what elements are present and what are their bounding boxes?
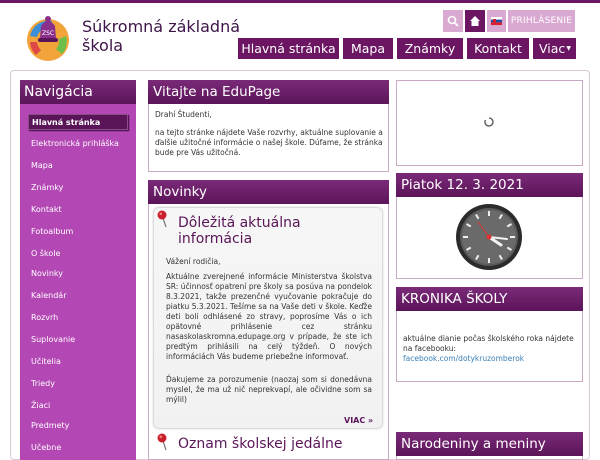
facebook-link[interactable]: facebook.com/dotykruzomberok <box>403 354 579 364</box>
welcome-greeting: Drahí Študenti, <box>155 110 212 119</box>
news-paragraph-2: Ďakujeme za porozumenie (naozaj som si d… <box>166 375 372 404</box>
top-accent-line <box>0 0 600 3</box>
sidebar-item-map[interactable]: Mapa <box>28 158 128 174</box>
sidebar-item-contact[interactable]: Kontakt <box>28 202 128 218</box>
news-more-link[interactable]: VIAC » <box>344 416 373 425</box>
nav-main-page[interactable]: Hlavná stránka <box>238 38 339 59</box>
nav-grades[interactable]: Známky <box>397 38 463 59</box>
search-button[interactable] <box>443 10 463 32</box>
birthdays-title: Narodeniny a meniny <box>396 432 583 456</box>
news-paragraph-1: Aktuálne zverejnené informácie Ministers… <box>166 272 372 361</box>
pushpin-icon <box>157 210 167 228</box>
sidebar-item-grades[interactable]: Známky <box>28 180 128 196</box>
school-name[interactable]: Súkromná základná škola <box>82 17 242 55</box>
sidebar-item-teachers[interactable]: Učitelia <box>28 354 128 370</box>
home-button[interactable] <box>465 10 485 32</box>
login-button[interactable]: PRIHLÁSENIE <box>508 10 575 32</box>
school-name-line2: škola <box>82 36 124 55</box>
sidebar-item-news[interactable]: Novinky <box>28 266 128 282</box>
nav-contact[interactable]: Kontakt <box>467 38 529 59</box>
slovak-flag-icon <box>491 17 502 25</box>
loading-spinner-icon <box>484 117 494 127</box>
sidebar-item-about-school[interactable]: O škole <box>28 246 128 262</box>
sidebar: Navigácia Hlavná stránka Elektronická pr… <box>20 80 136 460</box>
sidebar-item-substitutions[interactable]: Suplovanie <box>28 332 128 348</box>
news-salutation: Vážení rodičia, <box>166 257 221 266</box>
news-item-title-line1: Dôležitá aktuálna <box>178 215 301 231</box>
nav-map[interactable]: Mapa <box>343 38 393 59</box>
chevron-down-icon: ▼ <box>566 45 571 52</box>
analog-clock <box>456 204 522 270</box>
pushpin-icon <box>157 433 167 451</box>
search-icon <box>447 15 459 27</box>
sidebar-item-calendar[interactable]: Kalendár <box>28 288 128 304</box>
sidebar-item-classrooms[interactable]: Učebne <box>28 440 128 456</box>
school-logo[interactable]: ZSC <box>22 12 74 64</box>
welcome-text: na tejto stránke nájdete Vaše rozvrhy, a… <box>155 128 383 157</box>
sidebar-item-photo-album[interactable]: Fotoalbum <box>28 224 128 240</box>
news-item-title[interactable]: Dôležitá aktuálna informácia <box>178 215 301 247</box>
sidebar-item-students[interactable]: Žiaci <box>28 398 128 414</box>
school-name-line1: Súkromná základná <box>82 17 241 36</box>
sidebar-item-subjects[interactable]: Predmety <box>28 418 128 434</box>
sidebar-item-e-application[interactable]: Elektronická prihláška <box>28 136 128 152</box>
date-title: Piatok 12. 3. 2021 <box>396 173 583 197</box>
nav-more-label: Viac <box>539 41 566 56</box>
news-item-title-line2: informácia <box>178 231 253 247</box>
news-title: Novinky <box>148 180 389 204</box>
language-button[interactable] <box>487 10 506 32</box>
sidebar-item-classes[interactable]: Triedy <box>28 376 128 392</box>
svg-text:ZSC: ZSC <box>42 30 54 37</box>
chronicle-title: KRONIKA ŠKOLY <box>396 287 583 311</box>
home-icon <box>470 16 480 26</box>
sidebar-title: Navigácia <box>20 80 136 104</box>
chronicle-text: aktuálne dianie počas školského roka náj… <box>403 334 574 353</box>
sidebar-item-timetable[interactable]: Rozvrh <box>28 310 128 326</box>
sidebar-item-main-page[interactable]: Hlavná stránka <box>28 114 128 130</box>
welcome-title: Vitajte na EduPage <box>148 80 389 104</box>
nav-more[interactable]: Viac ▼ <box>533 38 576 59</box>
